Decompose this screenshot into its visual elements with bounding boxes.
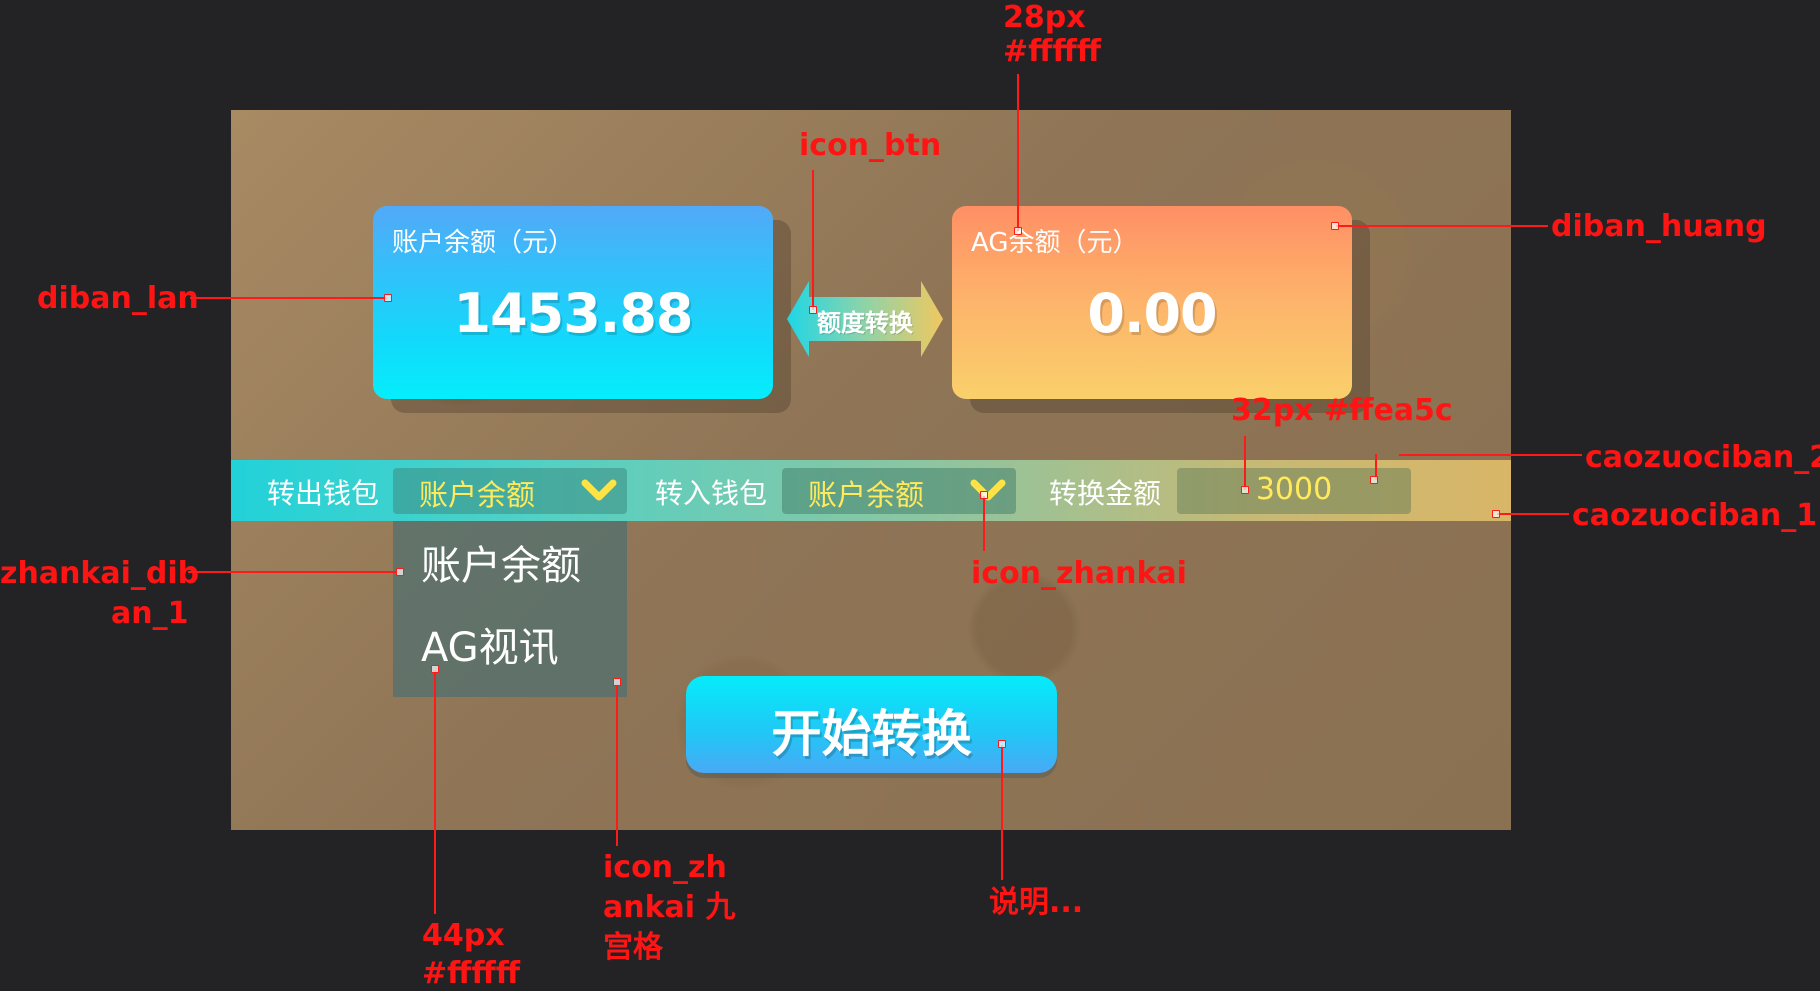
annotation-icon-zhankai-grid-2: ankai 九 [603,890,736,925]
annotation-dropdown-font-color: #ffffff [422,956,521,991]
annotation-leader [1017,74,1019,231]
annotation-leader [1001,745,1003,880]
annotation-diban-huang: diban_huang [1551,209,1767,244]
account-balance-label: 账户余额（元） [392,228,575,258]
swap-button[interactable]: 额度转换 [787,281,943,357]
annotation-icon-btn: icon_btn [799,128,942,163]
annotation-icon-zhankai-grid-1: icon_zh [603,850,727,885]
annotation-anchor [431,665,439,673]
annotation-caozuociban-2: caozuociban_2 [1585,440,1820,475]
annotation-anchor [1370,476,1378,484]
annotation-leader [812,170,814,310]
annotation-leader [1336,225,1548,227]
transfer-out-label: 转出钱包 [267,477,380,510]
annotation-zhankai-diban-2: an_1 [111,596,189,631]
annotation-leader [188,571,399,573]
ag-balance-card: AG余额（元） 0.00 [952,206,1352,399]
annotation-zhankai-diban-1: zhankai_dib [0,556,200,591]
dropdown-item-ag[interactable]: AG视讯 [421,615,559,673]
annotation-dropdown-font-size: 44px [422,918,505,953]
annotation-amount-spec: 32px #ffea5c [1231,393,1453,428]
annotation-leader [1497,513,1569,515]
annotation-anchor [1492,510,1500,518]
design-canvas: 账户余额（元） 1453.88 额度转换 AG余额（元） 0.00 转出钱包 账… [0,0,1820,991]
ag-balance-value: 0.00 [1087,282,1217,345]
transfer-out-select[interactable]: 账户余额 [393,468,627,514]
account-balance-card: 账户余额（元） 1453.88 [373,206,773,399]
annotation-icon-zhankai-grid-3: 宫格 [603,930,663,965]
annotation-font-color: #ffffff [1003,34,1102,69]
annotation-font-size: 28px [1003,0,1086,35]
transfer-in-label: 转入钱包 [655,477,768,510]
annotation-diban-lan: diban_lan [37,281,199,316]
dropdown-item-account[interactable]: 账户余额 [421,533,581,591]
annotation-anchor [384,294,392,302]
annotation-leader [1244,436,1246,490]
annotation-leader [616,683,618,846]
wallet-dropdown: 账户余额 AG视讯 [393,521,627,697]
annotation-leader [434,670,436,914]
transfer-out-value: 账户余额 [419,478,536,512]
annotation-leader [190,297,387,299]
annotation-anchor [1241,486,1249,494]
annotation-caozuociban-1: caozuociban_1 [1572,498,1818,533]
transfer-panel: 账户余额（元） 1453.88 额度转换 AG余额（元） 0.00 转出钱包 账… [231,110,1511,830]
operation-bar: 转出钱包 账户余额 转入钱包 账户余额 转换金额 3000 [231,460,1511,521]
annotation-leader [1399,454,1582,456]
annotation-anchor [980,491,988,499]
annotation-leader [983,496,985,551]
annotation-note: 说明... [989,885,1084,920]
annotation-anchor [998,740,1006,748]
amount-label: 转换金额 [1049,477,1162,510]
annotation-anchor [396,568,404,576]
annotation-anchor [1014,227,1022,235]
account-balance-value: 1453.88 [453,282,694,345]
chevron-down-icon [970,479,1006,501]
transfer-in-value: 账户余额 [808,478,925,512]
annotation-icon-zhankai: icon_zhankai [971,556,1187,591]
annotation-anchor [613,678,621,686]
ag-balance-label: AG余额（元） [971,228,1139,258]
annotation-anchor [809,306,817,314]
annotation-anchor [1331,222,1339,230]
chevron-down-icon [581,479,617,501]
